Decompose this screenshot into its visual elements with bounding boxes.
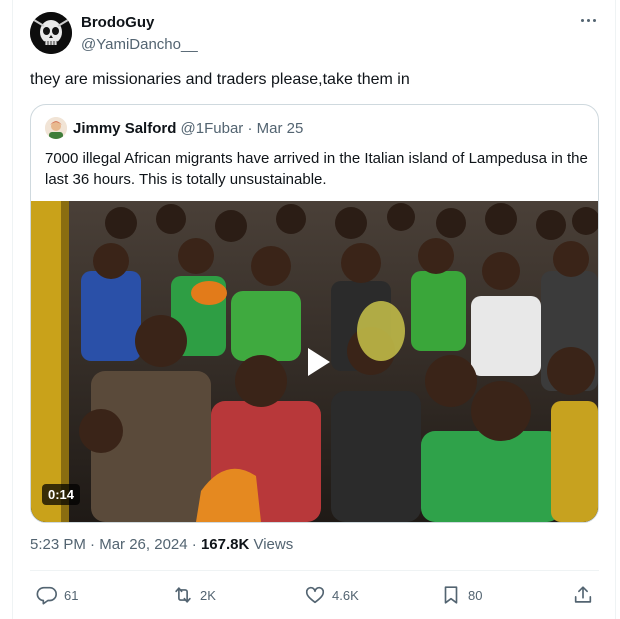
- quoted-author-name: Jimmy Salford: [73, 120, 177, 137]
- quoted-separator: ·: [243, 120, 257, 137]
- play-icon[interactable]: [294, 340, 338, 384]
- quoted-tweet-header: Jimmy Salford @1Fubar · Mar 25: [73, 120, 303, 137]
- meta-separator: ·: [85, 536, 100, 553]
- author-display-name[interactable]: BrodoGuy: [81, 14, 154, 31]
- like-count: 4.6K: [332, 587, 359, 603]
- divider: [30, 570, 599, 571]
- meta-dot: ·: [187, 536, 201, 553]
- reply-count: 61: [64, 587, 79, 603]
- bookmark-icon: [444, 586, 458, 604]
- views-count: 167.8K: [200, 536, 250, 553]
- video-player[interactable]: 0:14: [31, 201, 598, 522]
- views-label: Views: [249, 536, 294, 553]
- quoted-author-avatar: [45, 117, 67, 139]
- quoted-tweet-card[interactable]: Jimmy Salford @1Fubar · Mar 25 7000 ille…: [30, 104, 599, 523]
- like-button[interactable]: 4.6K: [304, 584, 359, 606]
- tweet-date[interactable]: Mar 26, 2024: [99, 536, 187, 553]
- tweet-metadata: 5:23 PM · Mar 26, 2024 · 167.8K Views: [30, 536, 293, 553]
- quoted-date: Mar 25: [256, 120, 304, 137]
- video-duration: 0:14: [42, 484, 81, 505]
- bookmark-button[interactable]: 80: [440, 584, 482, 606]
- tweet-time[interactable]: 5:23 PM: [30, 536, 86, 553]
- bookmark-count: 80: [468, 587, 483, 603]
- like-icon: [305, 586, 325, 604]
- reply-button[interactable]: 61: [36, 584, 78, 606]
- quoted-author-handle: @1Fubar: [180, 120, 244, 137]
- share-button[interactable]: [572, 584, 594, 606]
- author-avatar[interactable]: [30, 12, 72, 54]
- repost-icon: [175, 587, 191, 603]
- repost-count: 2K: [200, 587, 216, 603]
- quoted-tweet-text: 7000 illegal African migrants have arriv…: [45, 150, 588, 188]
- share-icon: [574, 586, 592, 603]
- tweet-text: they are missionaries and traders please…: [30, 71, 410, 88]
- more-icon[interactable]: [574, 10, 602, 30]
- repost-button[interactable]: 2K: [172, 584, 216, 606]
- reply-icon: [36, 586, 57, 605]
- author-handle[interactable]: @YamiDancho__: [81, 36, 198, 53]
